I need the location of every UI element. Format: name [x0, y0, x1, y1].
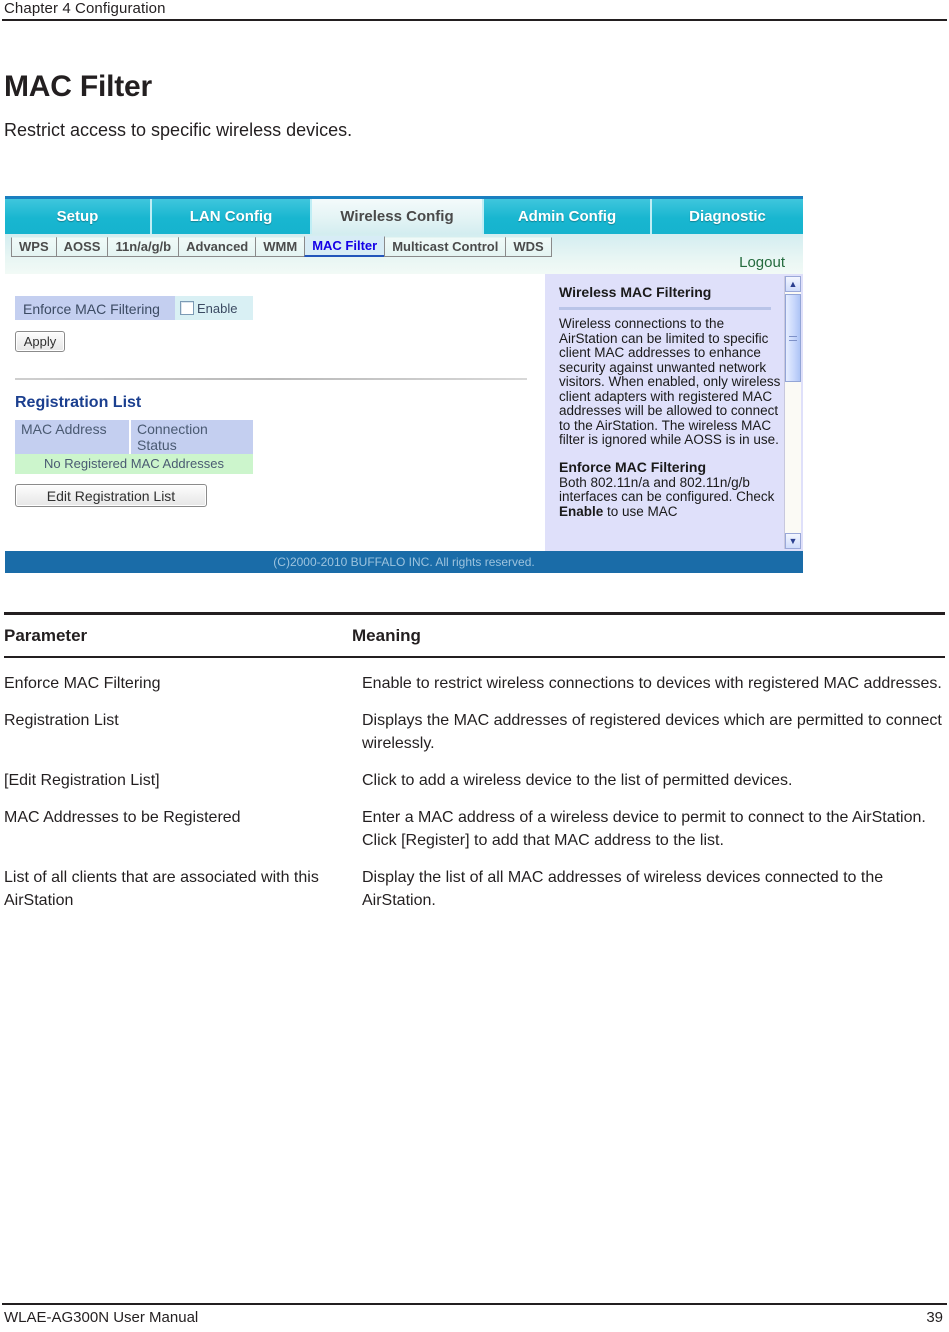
registration-table-empty-row: No Registered MAC Addresses — [15, 454, 253, 474]
row-meaning: Enable to restrict wireless connections … — [362, 675, 942, 692]
subtab-advanced[interactable]: Advanced — [178, 236, 257, 257]
row-meaning: Click to add a wireless device to the li… — [362, 772, 793, 789]
router-content-area: Enforce MAC Filtering Enable Apply Regis… — [5, 274, 803, 551]
subtab-multicast-control[interactable]: Multicast Control — [384, 236, 507, 257]
help-divider — [559, 307, 771, 310]
help-body2-part-b: to use MAC — [603, 503, 678, 519]
table-row: List of all clients that are associated … — [4, 852, 945, 912]
tab-setup[interactable]: Setup — [5, 199, 152, 234]
row-parameter: List of all clients that are associated … — [4, 869, 319, 909]
help-panel-content: Wireless MAC Filtering Wireless connecti… — [559, 280, 781, 519]
edit-registration-list-button[interactable]: Edit Registration List — [15, 484, 207, 507]
subtab-wmm[interactable]: WMM — [255, 236, 306, 257]
table-header-parameter: Parameter — [4, 626, 88, 645]
page-header: Chapter 4 Configuration — [0, 0, 949, 21]
footer-line: WLAE-AG300N User Manual 39 — [0, 1305, 949, 1326]
help-body-enforce-mac-filtering: Both 802.11n/a and 802.11n/g/b interface… — [559, 474, 781, 520]
page-footer: WLAE-AG300N User Manual 39 — [0, 1303, 949, 1326]
enforce-mac-filtering-label: Enforce MAC Filtering — [15, 296, 175, 320]
help-body2-part-a: Both 802.11n/a and 802.11n/g/b interface… — [559, 474, 775, 504]
table-row: Registration List Displays the MAC addre… — [4, 695, 945, 755]
tab-diagnostic[interactable]: Diagnostic — [652, 199, 803, 234]
header-rule — [2, 19, 947, 21]
column-header-connection-status: Connection Status — [131, 420, 253, 454]
table-header-row: Parameter Meaning — [4, 615, 945, 656]
table-row: Enforce MAC Filtering Enable to restrict… — [4, 658, 945, 695]
main-tab-bar: Setup LAN Config Wireless Config Admin C… — [5, 199, 803, 234]
router-ui-screenshot: Setup LAN Config Wireless Config Admin C… — [5, 196, 803, 573]
page-number: 39 — [926, 1309, 943, 1326]
help-heading-enforce-mac-filtering: Enforce MAC Filtering — [559, 458, 707, 475]
row-meaning: Displays the MAC addresses of registered… — [362, 712, 942, 752]
help-panel: Wireless MAC Filtering Wireless connecti… — [545, 274, 803, 551]
scroll-up-arrow-icon[interactable]: ▲ — [785, 276, 801, 292]
row-parameter: Enforce MAC Filtering — [4, 675, 161, 692]
copyright-bar: (C)2000-2010 BUFFALO INC. All rights res… — [5, 551, 803, 573]
enable-checkbox[interactable] — [180, 301, 194, 315]
row-parameter: Registration List — [4, 712, 119, 729]
scrollbar-thumb[interactable] — [785, 294, 801, 382]
subtab-11n-a-g-b[interactable]: 11n/a/g/b — [107, 236, 180, 257]
tab-lan-config[interactable]: LAN Config — [152, 199, 312, 234]
subtab-mac-filter[interactable]: MAC Filter — [304, 236, 386, 257]
enforce-mac-filtering-row: Enforce MAC Filtering Enable — [15, 296, 253, 320]
row-meaning: Enter a MAC address of a wireless device… — [362, 809, 926, 849]
help-heading-wireless-mac-filtering: Wireless MAC Filtering — [559, 284, 712, 300]
help-body2-bold-enable: Enable — [559, 503, 604, 519]
registration-list-heading: Registration List — [15, 394, 142, 411]
table-row: MAC Addresses to be Registered Enter a M… — [4, 792, 945, 852]
sub-tab-bar: WPS AOSS 11n/a/g/b Advanced WMM MAC Filt… — [5, 234, 803, 274]
subtab-wds[interactable]: WDS — [505, 236, 552, 257]
subtab-aoss[interactable]: AOSS — [55, 236, 109, 257]
help-body-wireless-mac-filtering: Wireless connections to the AirStation c… — [559, 316, 781, 447]
chapter-label: Chapter 4 Configuration — [4, 0, 166, 17]
parameter-meaning-table: Parameter Meaning Enforce MAC Filtering … — [4, 612, 945, 912]
row-meaning: Display the list of all MAC addresses of… — [362, 869, 884, 909]
table-header-meaning: Meaning — [352, 626, 421, 645]
enforce-mac-filtering-value: Enable — [175, 296, 253, 320]
table-row: [Edit Registration List] Click to add a … — [4, 755, 945, 792]
sub-tab-list: WPS AOSS 11n/a/g/b Advanced WMM MAC Filt… — [11, 236, 552, 257]
apply-button[interactable]: Apply — [15, 331, 65, 352]
mac-filter-config-pane: Enforce MAC Filtering Enable Apply Regis… — [15, 296, 535, 507]
manual-name: WLAE-AG300N User Manual — [4, 1309, 199, 1326]
logout-link[interactable]: Logout — [739, 254, 785, 271]
scrollbar-grip-icon — [789, 335, 797, 341]
column-header-mac-address: MAC Address — [15, 420, 131, 454]
tab-admin-config[interactable]: Admin Config — [484, 199, 652, 234]
subtab-wps[interactable]: WPS — [11, 236, 57, 257]
row-parameter: [Edit Registration List] — [4, 772, 160, 789]
page-title: MAC Filter — [4, 70, 153, 103]
enable-checkbox-label: Enable — [197, 300, 238, 316]
help-panel-scrollbar[interactable]: ▲ ▼ — [784, 276, 801, 549]
page-subtitle: Restrict access to specific wireless dev… — [4, 120, 353, 140]
scroll-down-arrow-icon[interactable]: ▼ — [785, 533, 801, 549]
tab-wireless-config[interactable]: Wireless Config — [312, 199, 484, 234]
section-divider — [15, 378, 527, 380]
row-parameter: MAC Addresses to be Registered — [4, 809, 241, 826]
registration-table-header: MAC Address Connection Status — [15, 420, 253, 454]
